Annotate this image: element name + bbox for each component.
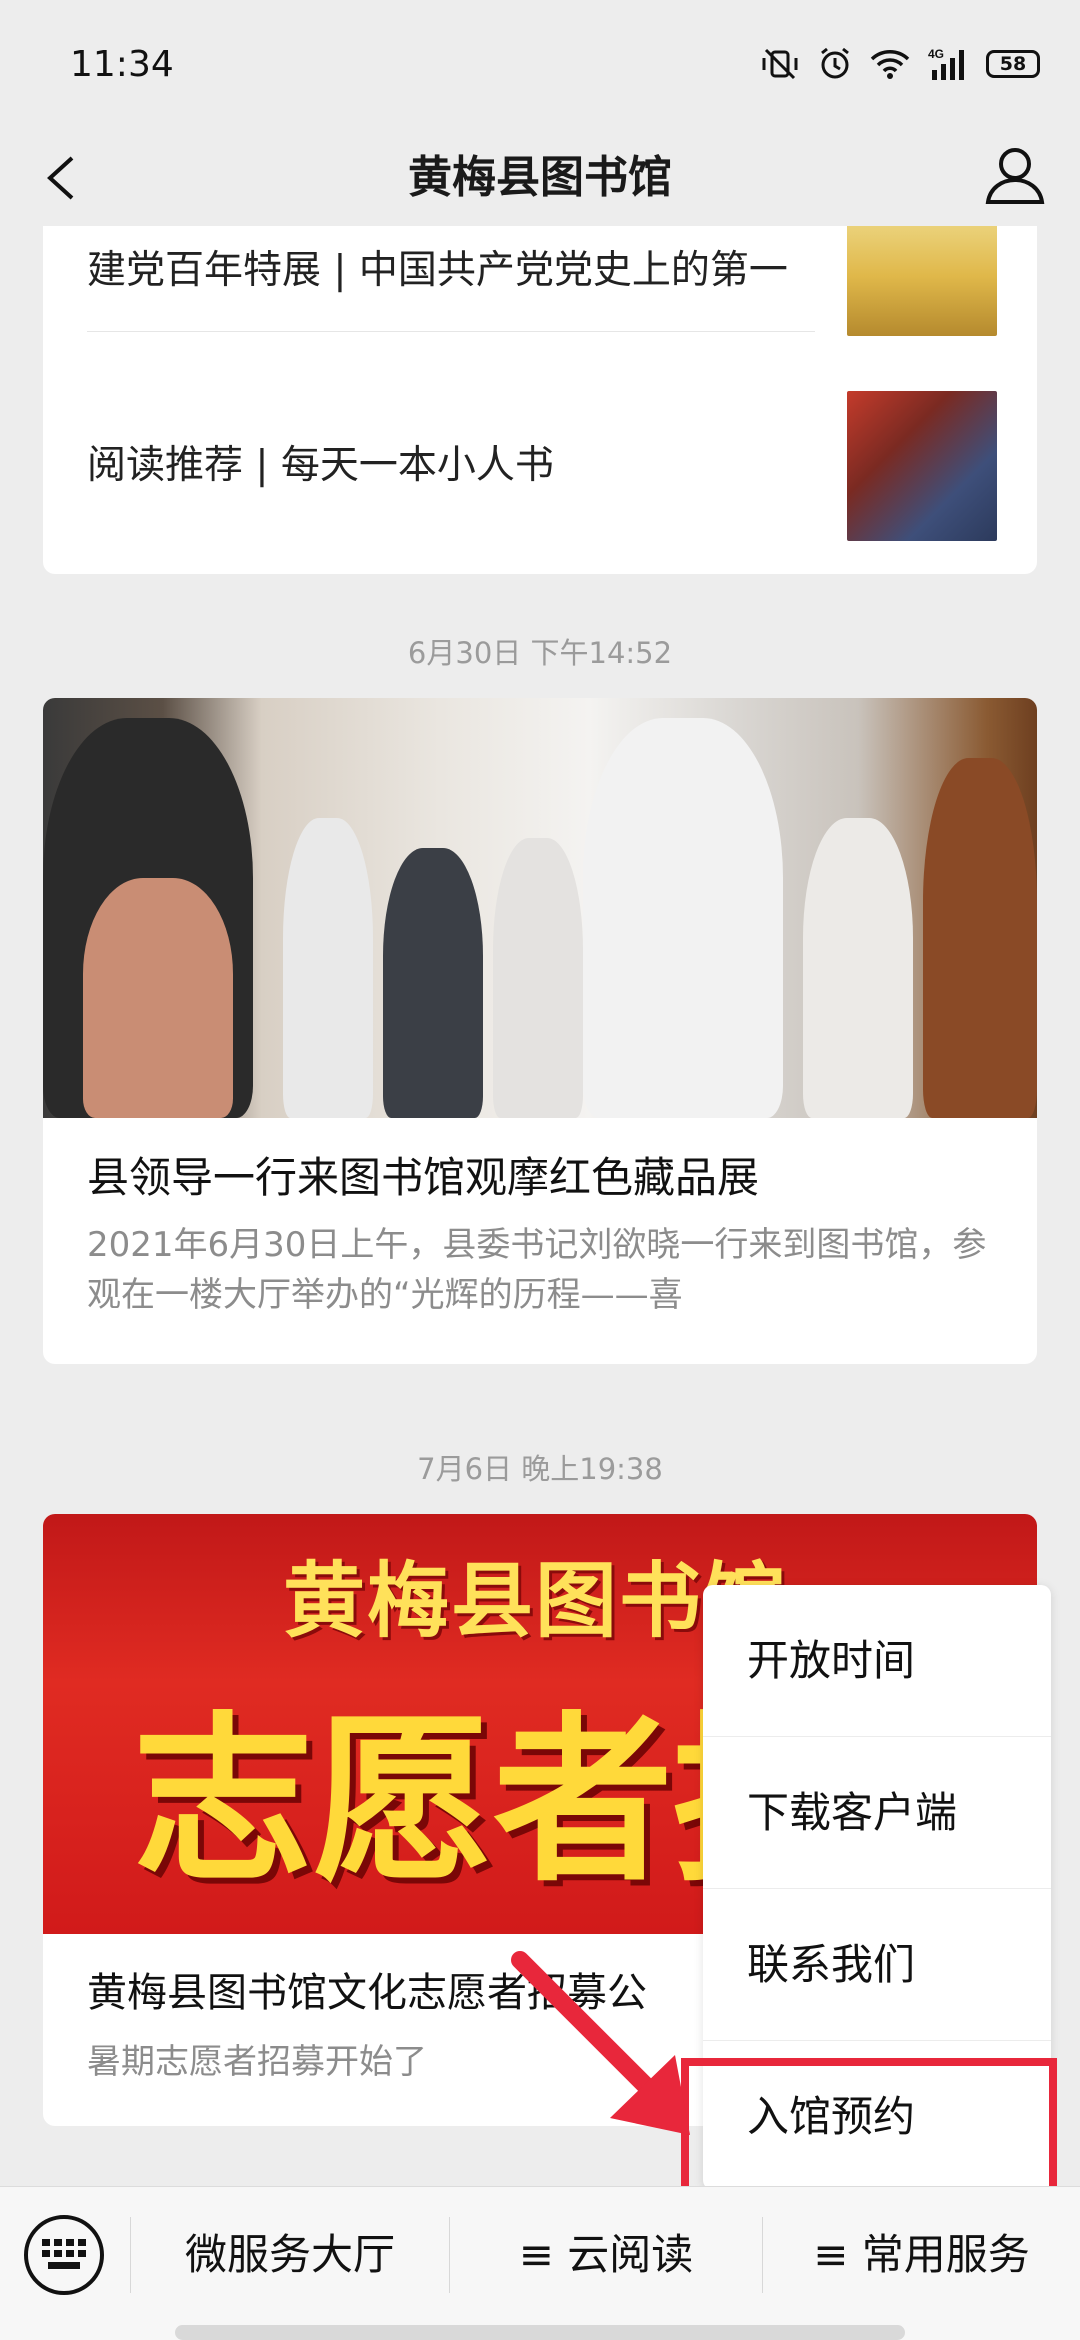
status-icons: 4G 58	[760, 46, 1040, 82]
keyboard-toggle-button[interactable]	[24, 2215, 104, 2295]
menu-item-opening-hours[interactable]: 开放时间	[703, 1585, 1051, 1737]
article-summary: 2021年6月30日上午，县委书记刘欲晓一行来到图书馆，参观在一楼大厅举办的“光…	[87, 1225, 987, 1315]
article-thumbnail	[847, 226, 997, 336]
alarm-icon	[821, 47, 849, 79]
message-timestamp: 7月6日 晚上19:38	[417, 1452, 663, 1486]
status-bar: 11:34 4G 58	[0, 0, 1080, 130]
home-indicator[interactable]	[175, 2325, 905, 2340]
menu-tab-micro-service-hall[interactable]: 微服务大厅	[131, 2187, 449, 2323]
article-card-group: 建党百年特展 | 中国共产党党史上的第一 阅读推荐 | 每天一本小人书	[43, 226, 1037, 574]
article-title: 阅读推荐 | 每天一本小人书	[87, 443, 554, 488]
article-card[interactable]: 县领导一行来图书馆观摩红色藏品展 2021年6月30日上午，县委书记刘欲晓一行来…	[43, 698, 1037, 1364]
menu-tab-cloud-reading[interactable]: ≡ 云阅读	[450, 2187, 762, 2323]
user-profile-button[interactable]	[980, 140, 1050, 210]
article-summary: 暑期志愿者招募开始了	[87, 2042, 427, 2082]
menu-item-download-client[interactable]: 下载客户端	[703, 1737, 1051, 1889]
user-icon	[985, 148, 1045, 204]
message-timestamp: 6月30日 下午14:52	[407, 636, 673, 670]
navbar: 黄梅县图书馆	[0, 130, 1080, 226]
article-cover-photo	[43, 698, 1037, 1118]
keyboard-icon	[42, 2239, 86, 2269]
status-time: 11:34	[70, 44, 174, 85]
wifi-icon	[870, 50, 910, 79]
divider	[87, 331, 815, 332]
article-thumbnail	[847, 391, 997, 541]
mute-vibrate-icon	[762, 48, 798, 80]
article-item[interactable]: 建党百年特展 | 中国共产党党史上的第一	[87, 226, 997, 366]
battery-indicator: 58	[986, 50, 1040, 78]
article-headline: 县领导一行来图书馆观摩红色藏品展	[87, 1153, 760, 1202]
bottom-menu-bar: 微服务大厅 ≡ 云阅读 ≡ 常用服务	[0, 2186, 1080, 2340]
article-item[interactable]: 阅读推荐 | 每天一本小人书	[87, 361, 997, 541]
menu-tab-common-services[interactable]: ≡ 常用服务	[763, 2187, 1080, 2323]
svg-text:4G: 4G	[928, 47, 944, 61]
menu-item-contact-us[interactable]: 联系我们	[703, 1889, 1051, 2041]
article-title: 建党百年特展 | 中国共产党党史上的第一	[87, 248, 788, 293]
signal-icon: 4G	[928, 47, 964, 80]
page-title: 黄梅县图书馆	[408, 152, 672, 203]
red-arrow-icon	[511, 1951, 690, 2135]
